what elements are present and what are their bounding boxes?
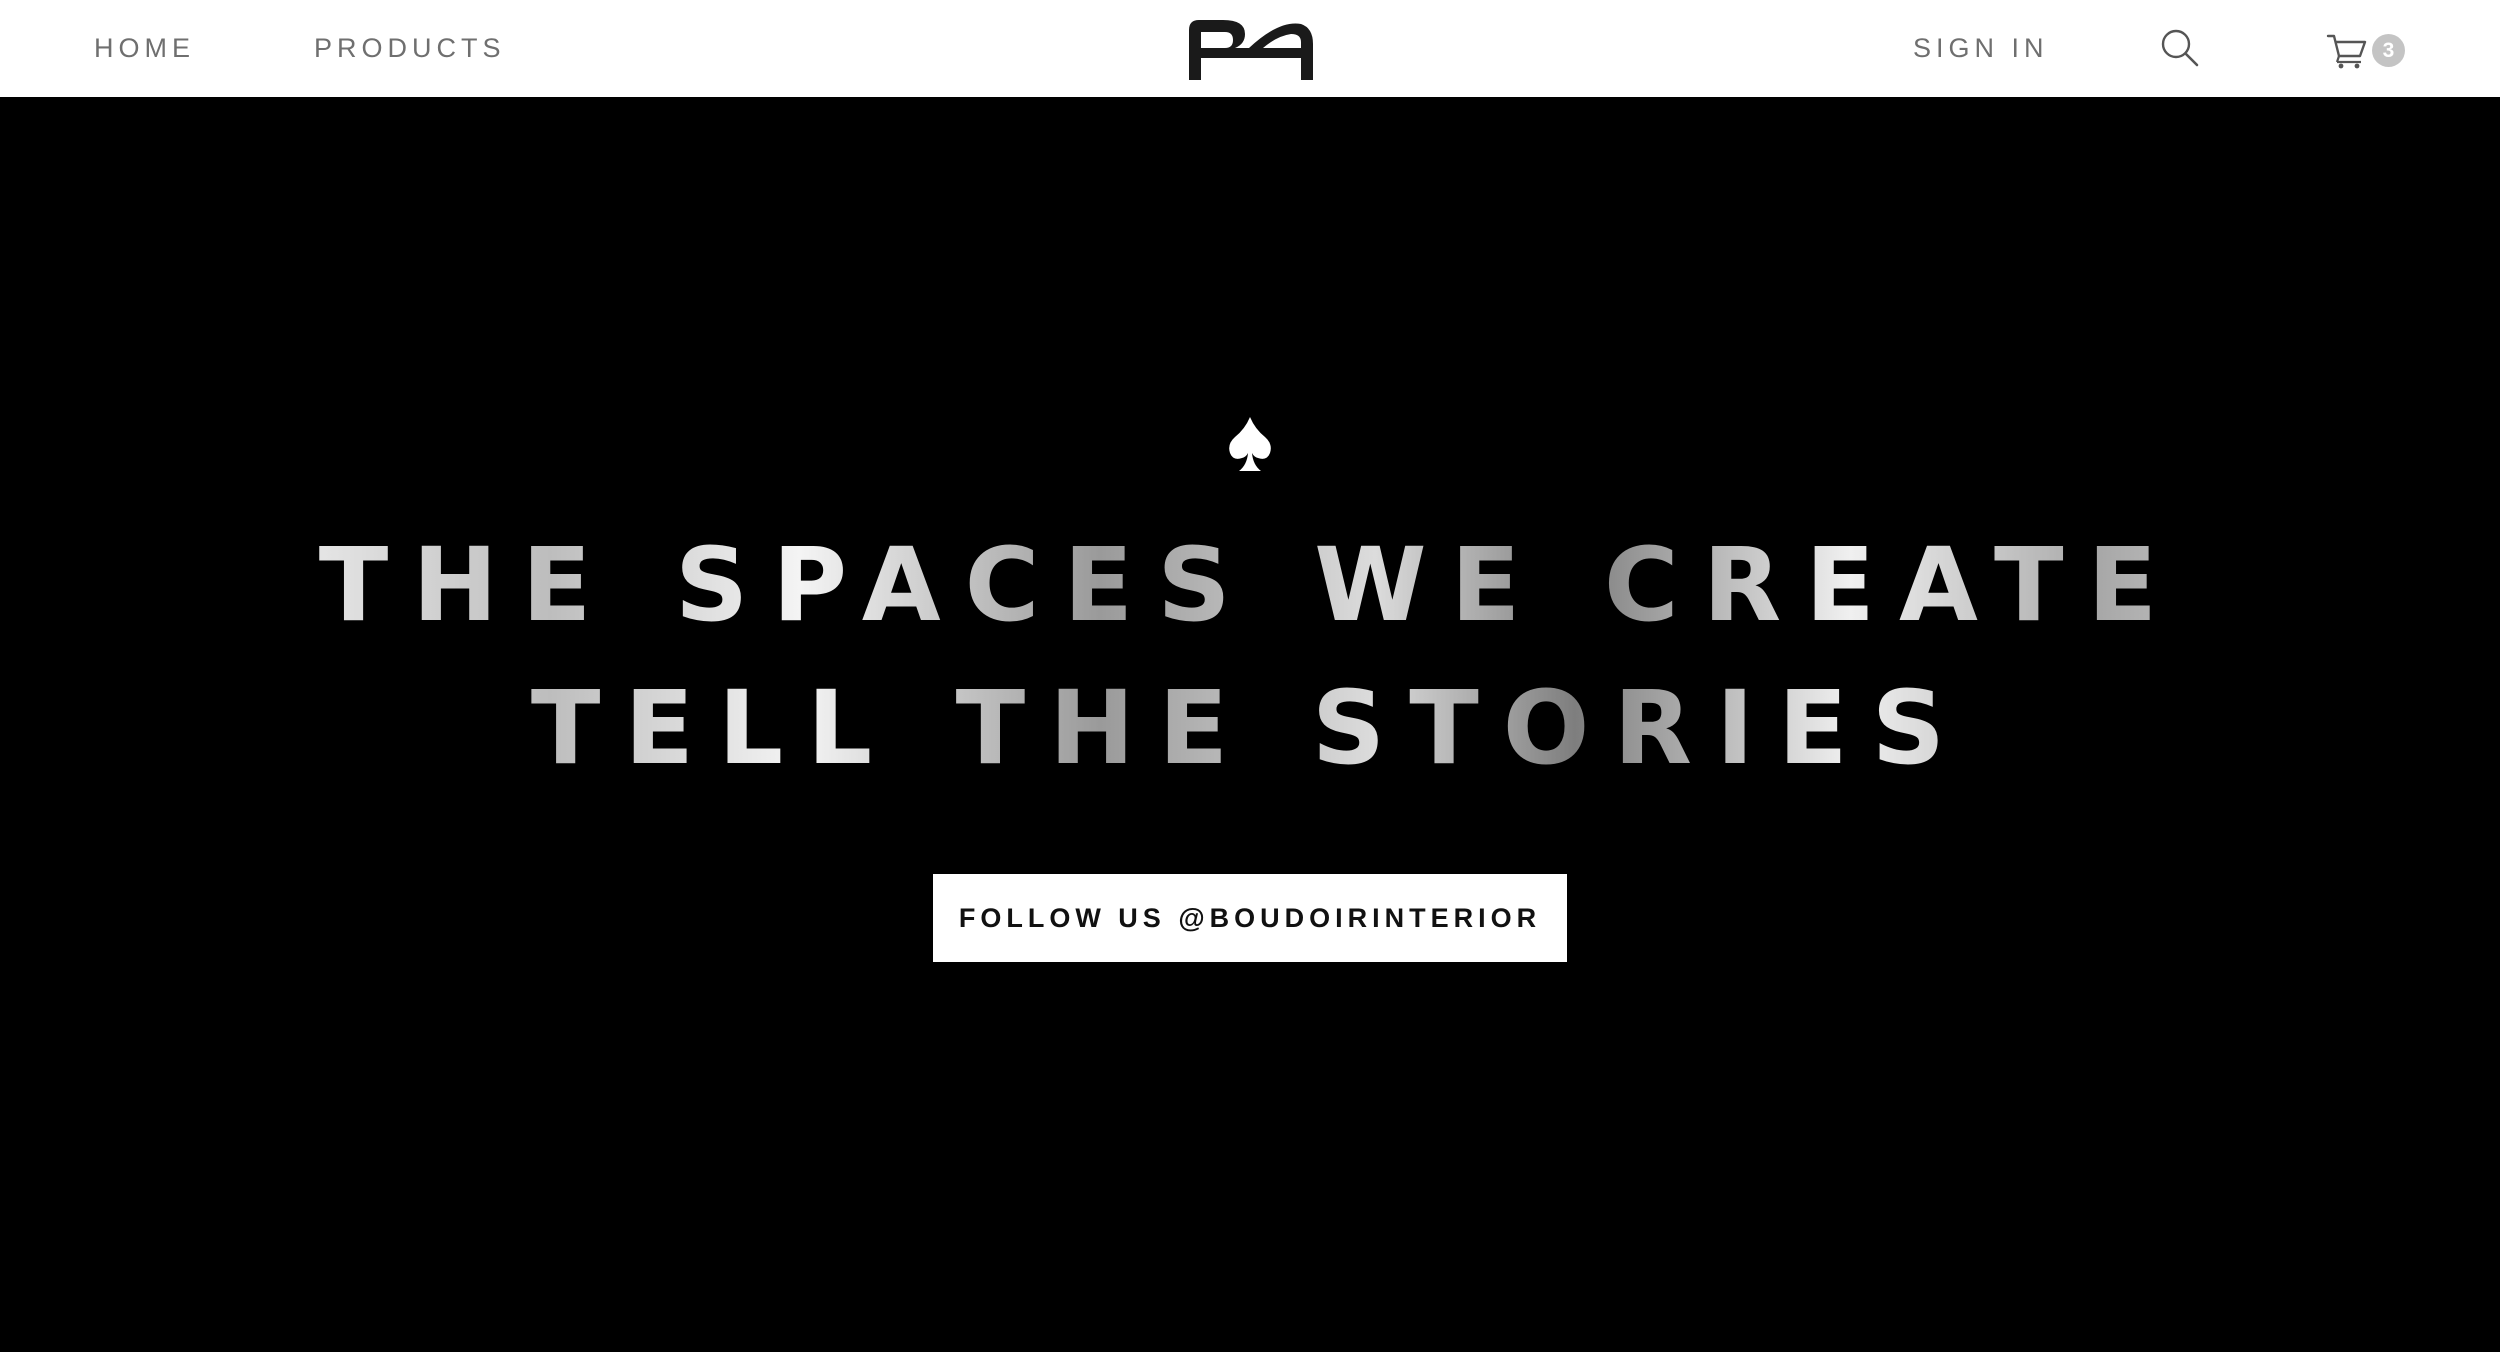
sign-in-link[interactable]: SIGN IN [1913,32,2049,64]
search-icon[interactable] [2160,28,2200,68]
hero-section: THE SPACES WE CREATE TELL THE STORIES FO… [0,97,2500,1352]
boudoir-logo-icon[interactable] [1183,14,1317,82]
cart-button[interactable]: 3 [2326,30,2410,70]
hero-headline-line-1: THE SPACES WE CREATE [0,526,2500,646]
site-header: HOME PRODUCTS SIGN IN 3 [0,0,2500,97]
cart-count-badge: 3 [2372,34,2405,67]
hero-headline-line-2: TELL THE STORIES [0,669,2500,789]
page: HOME PRODUCTS SIGN IN 3 THE SPACES WE CR… [0,0,2500,1352]
nav-home-link[interactable]: HOME [94,32,195,64]
spade-icon [1229,417,1271,471]
follow-us-button[interactable]: FOLLOW US @BOUDOIRINTERIOR [933,874,1567,962]
nav-products-link[interactable]: PRODUCTS [314,32,506,64]
cart-icon [2326,34,2367,69]
